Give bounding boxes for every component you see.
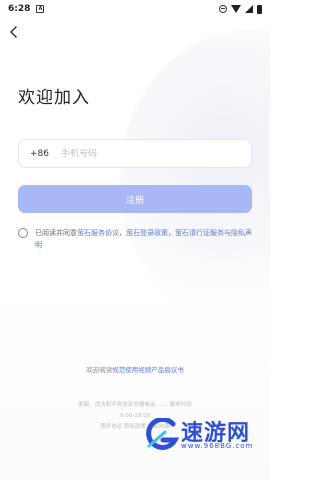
agreement-prefix: 已阅读并同意 xyxy=(35,229,77,237)
agreement-separator: ， xyxy=(168,229,175,237)
login-policy-link[interactable]: 萤石登录政策 xyxy=(126,229,168,237)
status-bar: 6:28 A xyxy=(0,0,270,18)
initiative-prefix: 欢迎阅读 xyxy=(86,366,113,374)
register-screen: 6:28 A 欢迎加入 +86 注册 已阅读并同意萤石服务协议，萤石登录政策，萤… xyxy=(0,0,270,480)
status-time: 6:28 xyxy=(8,4,31,14)
agreement-row: 已阅读并同意萤石服务协议，萤石登录政策，萤石请行证服务与隐私声明 xyxy=(18,227,254,251)
initiative-link[interactable]: 规范使用视频产品倡议书 xyxy=(112,366,184,374)
back-button[interactable] xyxy=(6,24,22,40)
agreement-separator: ， xyxy=(119,229,126,237)
initiative-line: 欢迎阅读规范使用视频产品倡议书 xyxy=(0,364,270,374)
battery-icon xyxy=(257,4,262,14)
do-not-disturb-icon xyxy=(219,5,227,13)
watermark-logo-icon xyxy=(146,418,179,450)
notification-icon: A xyxy=(36,5,45,13)
footer-line: 客服、违法和不良信息举报电话 …… 服务时间 xyxy=(78,402,192,408)
wifi-icon xyxy=(231,5,241,13)
signal-icon xyxy=(245,5,253,13)
watermark-url: www.968BG.com xyxy=(181,442,254,450)
register-button[interactable]: 注册 xyxy=(18,185,252,213)
service-agreement-link[interactable]: 萤石服务协议 xyxy=(77,229,119,237)
status-icons xyxy=(219,4,262,14)
phone-input[interactable] xyxy=(61,148,231,159)
phone-field[interactable]: +86 xyxy=(18,139,252,168)
agreement-text: 已阅读并同意萤石服务协议，萤石登录政策，萤石请行证服务与隐私声明 xyxy=(35,227,254,251)
agreement-checkbox[interactable] xyxy=(18,228,28,238)
country-code[interactable]: +86 xyxy=(30,149,49,159)
chevron-left-icon xyxy=(10,26,17,38)
background-decoration xyxy=(120,30,270,330)
page-title: 欢迎加入 xyxy=(18,88,90,108)
